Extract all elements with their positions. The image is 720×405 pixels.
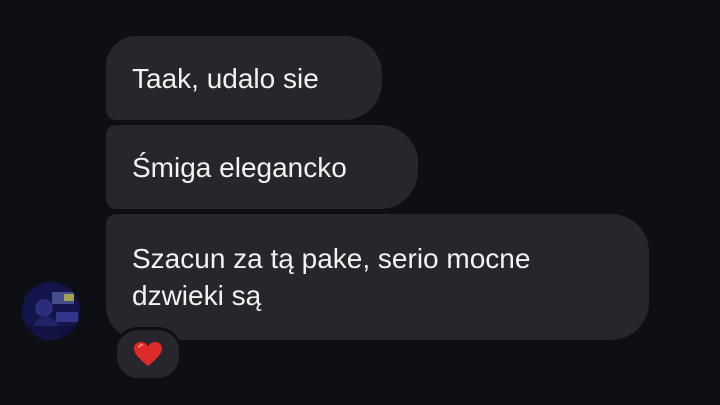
avatar-image	[22, 282, 80, 340]
message-bubble[interactable]: Taak, udalo sie	[106, 36, 382, 120]
heart-icon	[134, 341, 162, 366]
message-bubble[interactable]: Śmiga elegancko	[106, 125, 418, 209]
reaction-badge[interactable]	[114, 327, 182, 381]
chat-thread: Taak, udalo sie Śmiga elegancko Szacun z…	[0, 0, 720, 405]
avatar[interactable]	[22, 282, 80, 340]
message-bubble[interactable]: Szacun za tą pake, serio mocne dzwieki s…	[106, 214, 649, 340]
message-text: Śmiga elegancko	[132, 151, 347, 183]
message-text: Taak, udalo sie	[132, 62, 319, 94]
message-text: Szacun za tą pake, serio mocne dzwieki s…	[132, 243, 531, 311]
